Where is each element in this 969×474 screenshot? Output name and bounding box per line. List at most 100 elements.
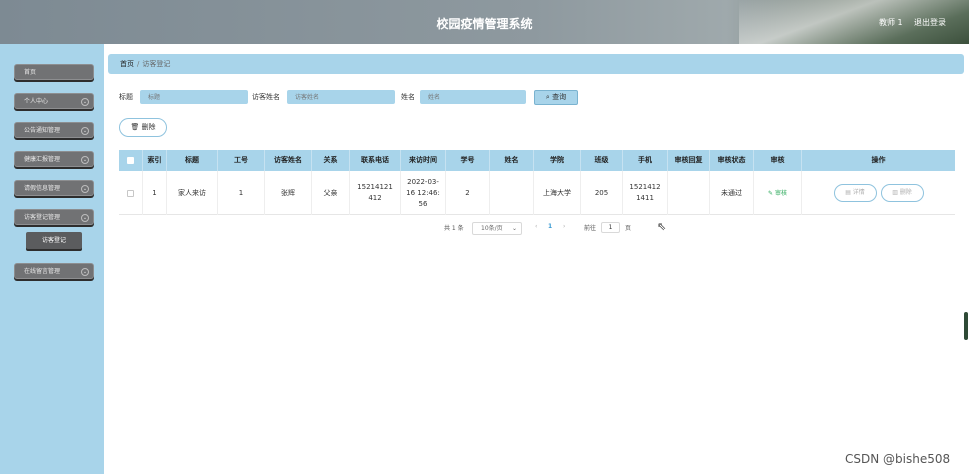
sidebar-item-leave[interactable]: 请假信息管理 ⌄ bbox=[14, 180, 94, 196]
select-all-cell bbox=[119, 150, 143, 171]
cell-college: 上海大学 bbox=[534, 171, 581, 215]
visitor-name-label: 访客姓名 bbox=[252, 93, 280, 101]
sidebar-item-label: 个人中心 bbox=[24, 98, 49, 105]
col-student-no: 学号 bbox=[446, 150, 490, 171]
page-suffix: 页 bbox=[625, 225, 632, 232]
delete-button-label: 删除 bbox=[141, 123, 156, 131]
sidebar-item-message[interactable]: 在线留言管理 ⌄ bbox=[14, 263, 94, 279]
query-button-label: 查询 bbox=[552, 93, 567, 101]
audit-link[interactable]: ✎ 审核 bbox=[768, 188, 787, 199]
sidebar-item-label: 健康汇报管理 bbox=[24, 156, 61, 163]
sidebar: 首页 个人中心 ⌄ 公告通知管理 ⌄ 健康汇报管理 ⌄ 请假信息管理 ⌄ 访客登… bbox=[0, 44, 104, 474]
sidebar-item-personal-center[interactable]: 个人中心 ⌄ bbox=[14, 93, 94, 109]
sidebar-item-label: 在线留言管理 bbox=[24, 268, 61, 275]
col-audit-reply: 审核回复 bbox=[668, 150, 710, 171]
app-title: 校园疫情管理系统 bbox=[436, 17, 533, 31]
current-user: 教师 1 bbox=[879, 18, 903, 27]
cell-relation: 父亲 bbox=[312, 171, 350, 215]
row-checkbox[interactable] bbox=[127, 189, 134, 197]
mouse-cursor-icon: ⇖ bbox=[657, 220, 667, 233]
col-college: 学院 bbox=[534, 150, 581, 171]
cell-phone: 15214121412 bbox=[350, 171, 401, 215]
sidebar-item-visitor[interactable]: 访客登记管理 ⌄ bbox=[14, 209, 94, 225]
document-icon: ▤ bbox=[845, 189, 851, 196]
cell-visit-time: 2022-03-16 12:46:56 bbox=[401, 171, 446, 215]
col-actions: 操作 bbox=[871, 156, 886, 164]
sidebar-subitem-visitor-registration[interactable]: 访客登记 bbox=[26, 232, 82, 249]
breadcrumb-current: 访客登记 bbox=[142, 60, 171, 68]
prev-page-icon[interactable]: ‹ bbox=[535, 223, 537, 230]
watermark: CSDN @bishe508 bbox=[845, 452, 951, 466]
edit-icon: ✎ bbox=[768, 189, 774, 197]
batch-delete-button[interactable]: 🗑︎ 删除 bbox=[119, 118, 167, 137]
table-header: 索引 标题 工号 访客姓名 关系 联系电话 来访时间 学号 姓名 学院 班级 手… bbox=[119, 150, 955, 171]
chevron-down-icon: ⌄ bbox=[81, 156, 89, 164]
audit-link-label: 审核 bbox=[774, 189, 787, 197]
sidebar-item-label: 请假信息管理 bbox=[24, 185, 61, 192]
cell-audit: ✎ 审核 bbox=[754, 171, 802, 215]
col-class: 班级 bbox=[581, 150, 623, 171]
query-button[interactable]: ⌕ 查询 bbox=[534, 90, 578, 105]
goto-page-input[interactable]: 1 bbox=[601, 222, 620, 233]
next-page-icon[interactable]: › bbox=[563, 223, 565, 230]
cell-audit-status: 未通过 bbox=[710, 171, 754, 215]
title-search-input[interactable] bbox=[140, 90, 248, 104]
cell-name bbox=[490, 171, 534, 215]
sidebar-item-label: 首页 bbox=[24, 69, 37, 76]
sidebar-item-health[interactable]: 健康汇报管理 ⌄ bbox=[14, 151, 94, 167]
breadcrumb: 首页 / 访客登记 bbox=[108, 54, 964, 74]
page-size-select[interactable]: 10条/页 ⌄ bbox=[472, 222, 522, 235]
chevron-down-icon: ⌄ bbox=[81, 185, 89, 193]
chevron-down-icon: ⌄ bbox=[81, 268, 89, 276]
select-all-checkbox[interactable] bbox=[127, 157, 134, 164]
name-search-input[interactable] bbox=[420, 90, 526, 104]
row-delete-button[interactable]: ▥ 删除 bbox=[880, 184, 924, 202]
col-audit-status: 审核状态 bbox=[710, 150, 754, 171]
chevron-down-icon: ⌄ bbox=[81, 214, 89, 222]
chevron-down-icon: ⌄ bbox=[81, 98, 89, 106]
trash-icon: 🗑︎ bbox=[130, 123, 140, 131]
sidebar-item-label: 访客登记管理 bbox=[24, 214, 61, 221]
col-title: 标题 bbox=[167, 150, 218, 171]
title-label: 标题 bbox=[119, 93, 133, 101]
trash-icon: ▥ bbox=[892, 189, 898, 196]
cell-index: 1 bbox=[143, 171, 167, 215]
detail-button[interactable]: ▤ 详情 bbox=[833, 184, 877, 202]
row-select-cell bbox=[119, 171, 143, 215]
cell-mobile: 15214121411 bbox=[623, 171, 668, 215]
sidebar-item-label: 公告通知管理 bbox=[24, 127, 61, 134]
cell-actions: ▤ 详情 ▥ 删除 bbox=[802, 171, 955, 215]
page-size-value: 10条/页 bbox=[481, 225, 503, 232]
current-page-number[interactable]: 1 bbox=[548, 223, 552, 230]
chevron-down-icon: ⌄ bbox=[81, 127, 89, 135]
table-row: 1 家人来访 1 张辉 父亲 15214121412 2022-03-16 12… bbox=[119, 171, 955, 215]
goto-label: 前往 bbox=[584, 225, 597, 232]
detail-button-label: 详情 bbox=[852, 189, 865, 196]
cell-class: 205 bbox=[581, 171, 623, 215]
col-visit-time: 来访时间 bbox=[401, 150, 446, 171]
row-delete-button-label: 删除 bbox=[899, 189, 912, 196]
col-name: 姓名 bbox=[490, 150, 534, 171]
cell-student-no: 2 bbox=[446, 171, 490, 215]
sidebar-item-home[interactable]: 首页 bbox=[14, 64, 94, 80]
col-staff-no: 工号 bbox=[218, 150, 265, 171]
scrollbar-thumb[interactable] bbox=[964, 312, 968, 340]
breadcrumb-home[interactable]: 首页 bbox=[120, 60, 134, 68]
pagination-total: 共 1 条 bbox=[444, 225, 464, 232]
cell-title: 家人来访 bbox=[167, 171, 218, 215]
top-header: 校园疫情管理系统 教师 1 退出登录 bbox=[0, 0, 969, 44]
name-label: 姓名 bbox=[401, 93, 415, 101]
col-relation: 关系 bbox=[312, 150, 350, 171]
sidebar-item-notice[interactable]: 公告通知管理 ⌄ bbox=[14, 122, 94, 138]
col-index: 索引 bbox=[143, 150, 167, 171]
search-icon: ⌕ bbox=[545, 93, 550, 101]
chevron-down-icon: ⌄ bbox=[511, 225, 517, 232]
visitor-name-search-input[interactable] bbox=[287, 90, 395, 104]
cell-staff-no: 1 bbox=[218, 171, 265, 215]
logout-link[interactable]: 退出登录 bbox=[914, 17, 946, 28]
col-audit: 审核 bbox=[754, 150, 802, 171]
cell-visitor-name: 张辉 bbox=[265, 171, 312, 215]
col-phone: 联系电话 bbox=[350, 150, 401, 171]
cell-audit-reply bbox=[668, 171, 710, 215]
col-mobile: 手机 bbox=[623, 150, 668, 171]
